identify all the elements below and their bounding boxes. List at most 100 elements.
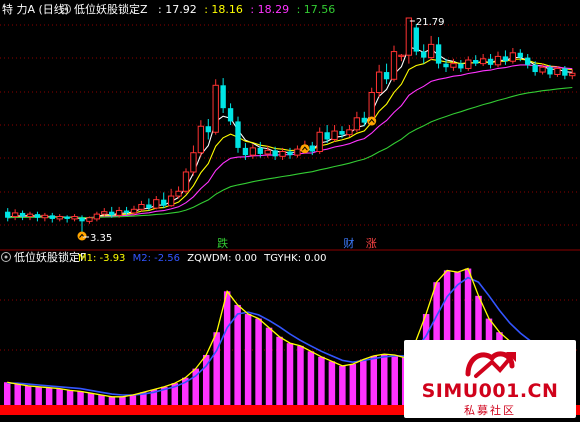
indicator-bar [108,396,116,405]
indicator-selector-bottom[interactable]: 低位妖股锁定F [1,250,87,264]
candle-body [79,217,85,222]
indicator-bar [3,382,11,405]
indicator-bar [244,314,252,405]
candle-body [34,214,41,218]
stock-title: 特 力A (日线) [2,2,69,16]
value-m1: M1: -3.93 [78,253,125,264]
indicator-bar [45,387,53,405]
candle-body [539,66,546,73]
indicator-name-bottom: 低位妖股锁定F [14,250,86,264]
indicator-bar [328,361,336,405]
candle-body [49,215,55,219]
signal-labels: 跌 财涨 [217,236,377,250]
value-m2: M2: -2.56 [133,253,180,264]
signal-marker [367,116,377,126]
candle-body [272,150,278,157]
value-zqwdm: ZQWDM: 0.00 [187,253,257,264]
candle-body [383,72,390,80]
candle-body [517,52,523,58]
candle-body [398,54,405,57]
candle-body [190,152,197,173]
candle-body [294,148,301,156]
candle-body [115,210,123,216]
candle-body [316,131,323,153]
candle-body [5,211,11,218]
value-magenta: : 18.29 [250,3,289,16]
candle-body [19,212,26,217]
value-tgyhk: TGYHK: 0.00 [263,253,326,264]
indicator-bar [119,396,126,405]
indicator-bar [391,354,398,405]
candle-body [554,67,561,75]
candle-body [339,131,345,135]
indicator-bar [307,351,315,405]
candle-body [331,130,338,140]
indicator-bar [213,332,220,405]
value-yellow: : 18.16 [204,3,243,16]
candle-body [197,125,205,154]
gear-icon-center [4,255,8,259]
candle-body [309,145,315,152]
ma-line-magenta [7,64,573,219]
ma-line-white [7,46,573,220]
candle-body [264,149,271,155]
signal-label: 涨 [366,237,377,250]
candle-body [532,64,538,73]
candle-body [458,63,464,69]
indicator-name-top: 低位妖股锁定Z [74,2,148,16]
watermark-brand: SIMU001.CN [421,380,559,402]
candle-body [153,199,160,209]
candle-body [93,213,101,220]
candle-body [242,147,249,156]
max-price-label: 21.79 [416,17,445,28]
candle-body [353,117,361,131]
gear-icon-center [64,7,68,11]
indicator-bar [318,356,325,405]
ma-line-yellow [7,58,573,219]
candle-body [569,72,576,77]
indicator-bar [223,291,231,405]
indicator-bar [35,386,42,405]
candle-body [324,132,330,140]
value-white: : 17.92 [158,3,197,16]
indicator-bar [56,388,63,405]
candle-body [375,71,383,94]
candle-body [525,57,531,65]
candle-body [123,210,130,213]
indicator-bar [370,355,378,405]
indicator-values-bottom: M1: -3.93 M2: -2.56 ZQWDM: 0.00 TGYHK: 0… [78,253,327,264]
indicator-bar [381,354,388,405]
signal-label: 跌 [217,236,228,250]
candle-body [175,190,182,197]
candle-body [435,44,442,64]
candle-body [11,212,19,218]
indicator-selector-top[interactable]: 低位妖股锁定Z [61,2,148,16]
signal-marker [300,144,310,154]
candle-body [502,56,509,62]
indicator-bar [66,390,74,405]
indicator-bar [286,343,294,405]
signal-marker [77,231,87,241]
candle-body [227,108,234,122]
candle-body [473,60,479,64]
candle-body [220,85,226,109]
candle-body [138,203,145,210]
indicator-bar [98,394,105,405]
candle-body [346,129,353,136]
indicator-values-top: : 17.92 : 18.16 : 18.29 : 17.56 [158,3,335,16]
candle-body [443,63,449,68]
indicator-bar [349,364,357,405]
candle-body [56,216,63,220]
candle-body [421,51,427,58]
candle-body [71,216,78,220]
candle-body [287,151,293,156]
candle-body [450,63,457,68]
candle-body [413,27,419,52]
candle-body [130,208,138,214]
brand-logo-icon [465,351,516,378]
candle-body [494,55,502,66]
signal-label: 财 [343,236,354,250]
value-green: : 17.56 [297,3,336,16]
candle-body [509,52,517,62]
candle-body [279,151,286,157]
